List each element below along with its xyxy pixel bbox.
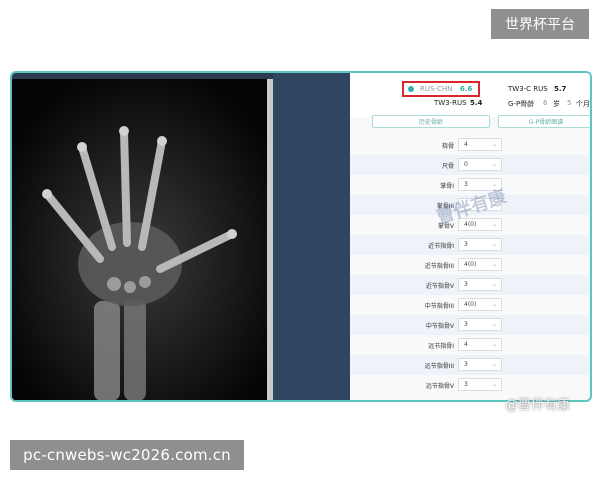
radio-selected-icon[interactable] — [408, 86, 414, 92]
table-row: 远节指骨V 3 ⌄ — [350, 375, 590, 395]
table-row: 近节指骨III 4(0) ⌄ — [350, 255, 590, 275]
bone-label: 远节指骨V — [425, 383, 454, 390]
grade-select[interactable]: 3 ⌄ — [458, 278, 502, 291]
grade-select[interactable]: 3 ⌄ — [458, 238, 502, 251]
url-label: pc-cnwebs-wc2026.com.cn — [10, 440, 244, 470]
watermark-bottom: @曹伴有康 — [505, 398, 571, 413]
tw3c-value: 5.7 — [554, 85, 567, 93]
grade-value: 4 — [464, 141, 468, 148]
tw3c-label: TW3-C RUS — [508, 85, 548, 93]
bone-label: 远节指骨I — [428, 343, 454, 350]
grade-value: 4 — [464, 341, 468, 348]
chevron-down-icon: ⌄ — [491, 241, 497, 248]
gp-months[interactable]: 5 — [567, 99, 571, 107]
watermark-top-label: 世界杯平台 — [491, 9, 589, 39]
grade-value: 3 — [464, 281, 468, 288]
bone-label: 桡骨 — [441, 143, 454, 150]
tw3rus-value: 5.4 — [470, 99, 483, 107]
bone-label: 近节指骨V — [425, 283, 454, 290]
rus-chn-label: RUS-CHN — [420, 85, 453, 93]
bone-age-form: RUS-CHN 6.6 TW3-C RUS 5.7 TW3-RUS 5.4 G-… — [350, 73, 590, 400]
gp-months-unit: 个月 — [576, 100, 590, 108]
grade-select[interactable]: 4 ⌄ — [458, 338, 502, 351]
grade-select[interactable]: 4 ⌄ — [458, 138, 502, 151]
table-row: 中节指骨V 3 ⌄ — [350, 315, 590, 335]
rus-chn-value: 6.6 — [460, 85, 473, 93]
gp-years[interactable]: 6 — [543, 99, 547, 107]
grade-value: 3 — [464, 321, 468, 328]
grade-value: 4(0) — [464, 221, 477, 228]
chevron-down-icon: ⌄ — [491, 161, 497, 168]
grade-value: 3 — [464, 241, 468, 248]
bone-label: 尺骨 — [441, 163, 454, 170]
history-bone-age-button[interactable]: 历史骨龄 — [372, 115, 490, 128]
table-row: 近节指骨V 3 ⌄ — [350, 275, 590, 295]
grade-value: 4(0) — [464, 301, 477, 308]
table-row: 尺骨 0 ⌄ — [350, 155, 590, 175]
bone-label: 近节指骨III — [424, 263, 454, 270]
grade-select[interactable]: 0 ⌄ — [458, 158, 502, 171]
chevron-down-icon: ⌄ — [491, 301, 497, 308]
table-row: 远节指骨III 3 ⌄ — [350, 355, 590, 375]
chevron-down-icon: ⌄ — [491, 361, 497, 368]
bone-label: 远节指骨III — [424, 363, 454, 370]
chevron-down-icon: ⌄ — [491, 221, 497, 228]
bone-label: 掌骨I — [440, 183, 454, 190]
app-window: RUS-CHN 6.6 TW3-C RUS 5.7 TW3-RUS 5.4 G-… — [10, 71, 592, 402]
table-row: 中节指骨III 4(0) ⌄ — [350, 295, 590, 315]
bone-label: 中节指骨III — [424, 303, 454, 310]
chevron-down-icon: ⌄ — [491, 341, 497, 348]
grade-select[interactable]: 3 ⌄ — [458, 358, 502, 371]
grade-value: 0 — [464, 161, 468, 168]
gp-atlas-button[interactable]: G-P骨龄图谱 — [498, 115, 590, 128]
bone-label: 近节指骨I — [428, 243, 454, 250]
chevron-down-icon: ⌄ — [491, 141, 497, 148]
hand-xray-graphic — [12, 79, 270, 400]
tw3rus-label: TW3-RUS — [434, 99, 467, 107]
grade-select[interactable]: 4(0) ⌄ — [458, 258, 502, 271]
gp-years-unit: 岁 — [553, 100, 560, 108]
table-row: 远节指骨I 4 ⌄ — [350, 335, 590, 355]
grade-value: 3 — [464, 181, 468, 188]
grade-value: 3 — [464, 381, 468, 388]
grade-value: 4(0) — [464, 261, 477, 268]
bone-label: 中节指骨V — [425, 323, 454, 330]
table-row: 桡骨 4 ⌄ — [350, 135, 590, 155]
xray-image — [12, 79, 270, 400]
grade-select[interactable]: 3 ⌄ — [458, 318, 502, 331]
chevron-down-icon: ⌄ — [491, 261, 497, 268]
side-panel — [273, 73, 350, 400]
gp-label: G-P骨龄 — [508, 100, 535, 108]
score-header: RUS-CHN 6.6 TW3-C RUS 5.7 TW3-RUS 5.4 G-… — [350, 73, 590, 117]
grade-select[interactable]: 3 ⌄ — [458, 378, 502, 391]
grade-value: 3 — [464, 361, 468, 368]
chevron-down-icon: ⌄ — [491, 281, 497, 288]
table-row: 近节指骨I 3 ⌄ — [350, 235, 590, 255]
grade-select[interactable]: 4(0) ⌄ — [458, 298, 502, 311]
chevron-down-icon: ⌄ — [491, 321, 497, 328]
chevron-down-icon: ⌄ — [491, 381, 497, 388]
